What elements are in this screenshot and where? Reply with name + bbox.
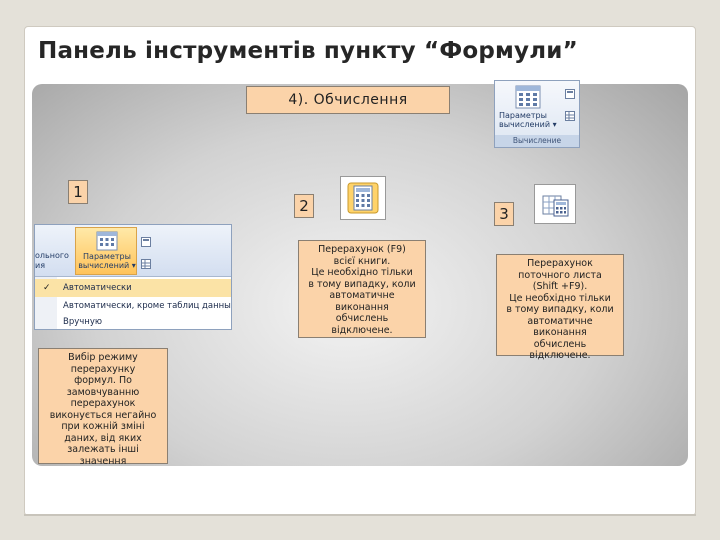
menu-item-manual-label: Вручную <box>63 317 103 327</box>
slide-title: Панель інструментів пункту “Формули” <box>38 38 578 64</box>
calculation-options-icon <box>515 85 541 109</box>
number-label-2: 2 <box>294 194 314 218</box>
calc-options-label-line1: Параметры <box>499 111 547 120</box>
ribbon-left-fragment: ольного ия <box>35 251 69 271</box>
menu-item-manual[interactable]: Вручную <box>35 313 231 329</box>
calculation-options-icon <box>96 231 118 251</box>
calculate-sheet-icon-frame <box>534 184 576 224</box>
ribbon-strip: ольного ия Параметры вычислений ▾ <box>35 225 231 277</box>
ribbon-left-line2: ия <box>35 261 46 270</box>
menu-item-automatic-label: Автоматически <box>63 283 132 293</box>
calculate-sheet-small-icon <box>141 259 151 269</box>
calc-options-button-line1: Параметры <box>83 252 131 261</box>
calculate-sheet-small-icon <box>565 111 575 121</box>
check-icon: ✓ <box>43 283 51 293</box>
note-recalculate-workbook: Перерахунок (F9) всієї книги. Це необхід… <box>298 240 426 338</box>
section-subtitle: 4). Обчислення <box>246 86 450 114</box>
calculate-now-icon-frame <box>340 176 386 220</box>
calculator-icon <box>347 182 379 214</box>
number-label-1: 1 <box>68 180 88 204</box>
group-caption: Вычисление <box>495 135 579 147</box>
calculation-group-screenshot: Параметры вычислений ▾ Вычисление <box>494 80 580 148</box>
calc-options-button-label: Параметры вычислений ▾ <box>78 252 136 270</box>
ribbon-left-line1: ольного <box>35 251 69 260</box>
calculate-now-small-icon <box>141 237 151 247</box>
calculate-now-small-icon <box>565 89 575 99</box>
calc-options-button[interactable]: Параметры вычислений ▾ <box>75 227 137 275</box>
note-recalculate-sheet: Перерахунок поточного листа (Shift +F9).… <box>496 254 624 361</box>
sheet-calculator-icon <box>542 195 569 217</box>
calc-options-button-line2: вычислений <box>78 261 130 270</box>
calculation-options-menu-screenshot: ольного ия Параметры вычислений ▾ ✓ Авто… <box>34 224 232 330</box>
slide-bottom-rule <box>24 514 696 516</box>
note-calculation-mode: Вибір режиму перерахунку формул. По замо… <box>38 348 168 467</box>
calc-options-label-line2: вычислений <box>499 120 551 129</box>
menu-item-automatic-except-tables-label: Автоматически, кроме таблиц данных <box>63 301 232 311</box>
calc-options-label: Параметры вычислений ▾ <box>499 111 557 129</box>
menu-item-automatic[interactable]: ✓ Автоматически <box>35 279 231 297</box>
number-label-3: 3 <box>494 202 514 226</box>
